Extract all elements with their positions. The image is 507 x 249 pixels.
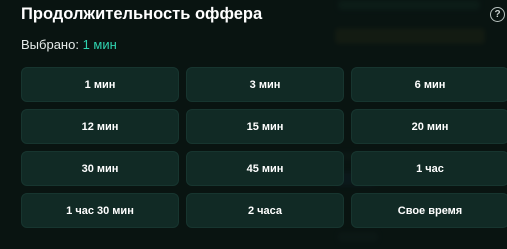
duration-option-45-min[interactable]: 45 мин [186, 151, 344, 186]
duration-option-1-min[interactable]: 1 мин [21, 67, 179, 102]
selected-duration: Выбрано: 1 мин [21, 37, 117, 52]
question-circle-icon[interactable]: ? [490, 7, 505, 22]
duration-option-15-min[interactable]: 15 мин [186, 109, 344, 144]
selected-label: Выбрано: [21, 37, 79, 52]
duration-options-grid: 1 мин 3 мин 6 мин 12 мин 15 мин 20 мин 3… [21, 67, 507, 228]
duration-option-6-min[interactable]: 6 мин [351, 67, 507, 102]
duration-option-1-hour-30-min[interactable]: 1 час 30 мин [21, 193, 179, 228]
duration-option-1-hour[interactable]: 1 час [351, 151, 507, 186]
duration-option-2-hours[interactable]: 2 часа [186, 193, 344, 228]
screen: Продолжительность оффера ? Выбрано: 1 ми… [0, 0, 507, 249]
modal-title: Продолжительность оффера [21, 5, 263, 23]
duration-option-30-min[interactable]: 30 мин [21, 151, 179, 186]
duration-option-3-min[interactable]: 3 мин [186, 67, 344, 102]
offer-duration-modal: Продолжительность оффера ? Выбрано: 1 ми… [0, 0, 507, 249]
duration-option-20-min[interactable]: 20 мин [351, 109, 507, 144]
duration-option-12-min[interactable]: 12 мин [21, 109, 179, 144]
selected-value: 1 мин [82, 37, 117, 52]
duration-option-custom[interactable]: Свое время [351, 193, 507, 228]
